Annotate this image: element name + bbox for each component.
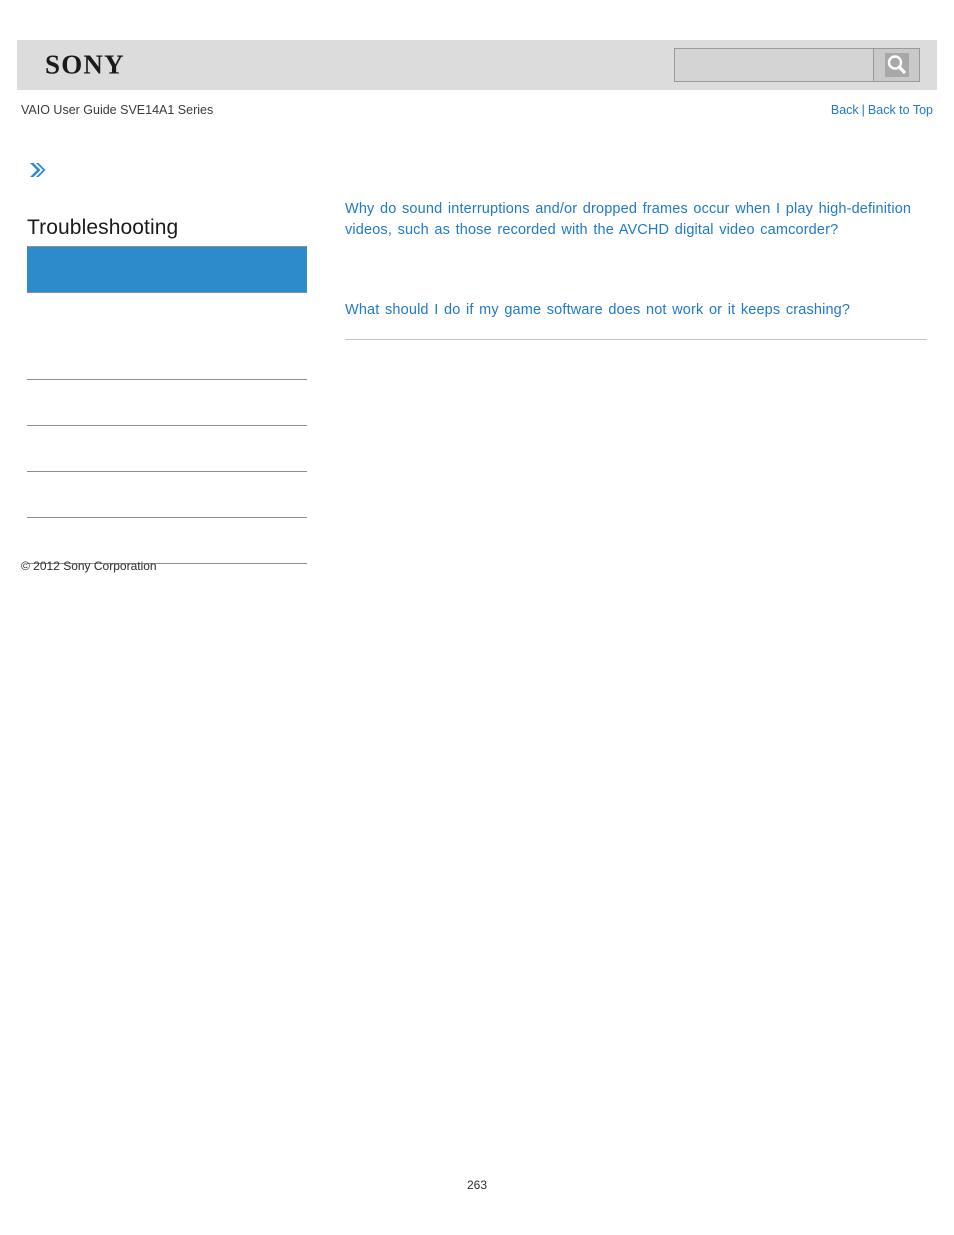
page-number: 263 <box>466 1178 488 1192</box>
back-link[interactable]: Back <box>831 103 859 117</box>
double-chevron-right-icon[interactable] <box>27 160 47 180</box>
page-title: Troubleshooting <box>27 216 179 239</box>
sidebar-item-1[interactable] <box>27 334 307 381</box>
sidebar-item-5[interactable] <box>27 518 307 565</box>
sony-logo: SONY <box>45 49 125 80</box>
search-icon <box>884 52 910 78</box>
sidebar-item-4[interactable] <box>27 472 307 519</box>
main-content: Why do sound interruptions and/or droppe… <box>345 199 927 340</box>
sidebar-item-2[interactable] <box>27 380 307 427</box>
nav-separator: | <box>861 103 865 117</box>
faq-link-1[interactable]: Why do sound interruptions and/or droppe… <box>345 199 927 240</box>
content-divider <box>345 338 927 340</box>
back-to-top-link[interactable]: Back to Top <box>868 103 933 117</box>
copyright-text: © 2012 Sony Corporation <box>21 559 157 573</box>
search-button[interactable] <box>873 49 919 81</box>
header-bar: SONY <box>17 40 937 90</box>
document-title: VAIO User Guide SVE14A1 Series <box>21 103 214 117</box>
search-input[interactable] <box>675 49 873 81</box>
sidebar-item-3[interactable] <box>27 426 307 473</box>
sidebar-item-active[interactable] <box>27 246 307 294</box>
search-box <box>674 48 920 82</box>
top-navigation: Back | Back to Top <box>831 103 933 117</box>
faq-link-2[interactable]: What should I do if my game software doe… <box>345 300 927 321</box>
sidebar: Troubleshooting <box>27 160 307 565</box>
